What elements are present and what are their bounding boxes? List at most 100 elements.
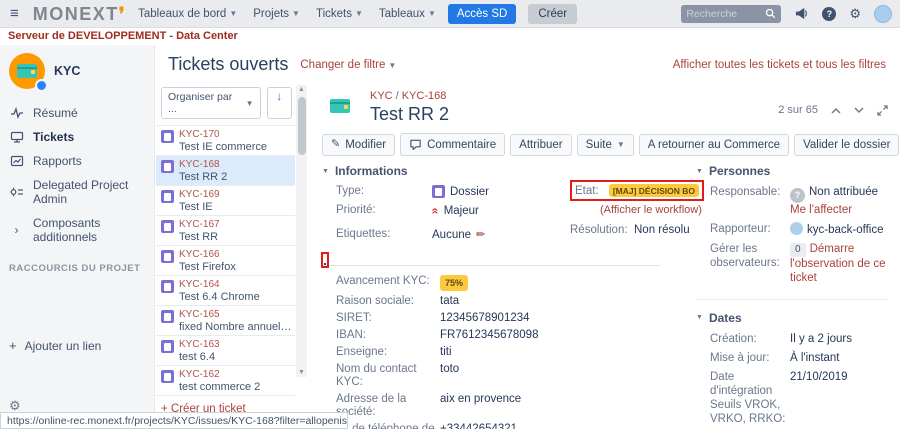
navbar-menu-item[interactable]: Projets ▼: [253, 8, 300, 20]
toolbar-button[interactable]: ✎ Modifier: [322, 134, 395, 156]
field-label: Raison sociale:: [336, 295, 440, 308]
shortcut-link[interactable]: [9, 290, 150, 300]
date-label: Création:: [710, 332, 790, 346]
field-row: Avancement KYC: 75%: [336, 275, 660, 291]
shortcut-link[interactable]: [9, 280, 150, 290]
toolbar-button[interactable]: Suite ▼: [577, 134, 634, 156]
previous-issue-icon[interactable]: [831, 107, 841, 114]
ticket-summary: Test 6.4 Chrome: [179, 291, 260, 304]
ticket-list-item[interactable]: KYC-168 Test RR 2: [156, 156, 295, 186]
sidebar-item[interactable]: Delegated Project Admin: [9, 173, 150, 211]
shortcut-link[interactable]: [9, 310, 150, 320]
ticket-list-item[interactable]: KYC-169 Test IE: [156, 186, 295, 216]
ticket-detail-pane: KYC/KYC-168 Test RR 2 2 sur 65 ✎ Modifie…: [308, 82, 900, 429]
scrollbar-thumb[interactable]: [298, 97, 306, 155]
issue-type-icon: [161, 340, 174, 353]
create-button[interactable]: Créer: [528, 4, 577, 24]
ticket-list-item[interactable]: KYC-166 Test Firefox: [156, 246, 295, 276]
navbar-menu-item[interactable]: Tableaux de bord ▼: [138, 8, 237, 20]
search-box[interactable]: [681, 5, 781, 23]
page-title: Tickets ouverts: [168, 54, 288, 75]
search-input[interactable]: [686, 8, 765, 20]
edit-labels-pencil-icon[interactable]: ✏: [476, 228, 485, 241]
chevron-down-icon: ▼: [292, 9, 300, 18]
user-avatar[interactable]: [874, 5, 892, 23]
reporter-row: Rapporteur: kyc-back-office: [710, 222, 888, 237]
date-value: À l'instant: [790, 351, 840, 365]
watchers-count-badge[interactable]: 0: [790, 243, 806, 257]
dossier-type-icon: [432, 185, 445, 198]
sidebar-item[interactable]: › Composants additionnels: [9, 211, 150, 249]
informations-header[interactable]: ▼ Informations: [322, 164, 660, 178]
tab[interactable]: [368, 255, 370, 265]
ticket-list-item[interactable]: KYC-170 Test IE commerce: [156, 126, 295, 156]
navbar-menu-item[interactable]: Tableaux ▼: [379, 8, 436, 20]
chevron-down-icon: ▼: [696, 168, 703, 175]
field-row: IBAN: FR7612345678098: [336, 329, 660, 342]
scroll-up-icon[interactable]: ▲: [296, 86, 307, 93]
plus-icon: +: [9, 338, 17, 353]
ticket-key: KYC-165: [179, 308, 293, 321]
date-value: Il y a 2 jours: [790, 332, 852, 346]
assign-to-me-link[interactable]: Me l'affecter: [790, 204, 852, 216]
chevron-down-icon: ▼: [428, 9, 436, 18]
issue-type-icon: [161, 190, 174, 203]
ticket-list-item[interactable]: KYC-164 Test 6.4 Chrome: [156, 276, 295, 306]
dates-header[interactable]: ▼ Dates: [696, 311, 888, 325]
project-avatar: [9, 53, 45, 89]
ticket-key: KYC-162: [179, 368, 260, 381]
sidebar-item[interactable]: Rapports: [9, 149, 150, 173]
expand-icon[interactable]: [877, 105, 888, 116]
navbar-menus: Tableaux de bord ▼ Projets ▼ Tickets ▼ T…: [138, 8, 436, 20]
sort-direction-button[interactable]: ↓: [267, 87, 292, 119]
issue-avatar: [322, 88, 360, 126]
comment-icon: [409, 138, 422, 151]
ticket-list-item[interactable]: KYC-165 fixed Nombre annuel de...: [156, 306, 295, 336]
ticket-list-item[interactable]: KYC-163 test 6.4: [156, 336, 295, 366]
ticket-list-item[interactable]: KYC-162 test commerce 2: [156, 366, 295, 396]
field-value: 75%: [440, 275, 468, 291]
help-icon[interactable]: ?: [822, 7, 836, 21]
sidebar-item[interactable]: Résumé: [9, 101, 150, 125]
issue-type-icon: [161, 160, 174, 173]
ticket-list-item[interactable]: KYC-167 Test RR: [156, 216, 295, 246]
acces-sd-button[interactable]: Accès SD: [448, 4, 517, 24]
issue-type-icon: [161, 370, 174, 383]
ticket-key: KYC-168: [179, 158, 227, 171]
ticket-key: KYC-167: [179, 218, 220, 231]
monext-logo[interactable]: MONEXT❜: [33, 5, 126, 23]
change-filter-link[interactable]: Changer de filtre ▼: [300, 59, 396, 71]
add-link-button[interactable]: + Ajouter un lien: [9, 338, 150, 353]
breadcrumb-key-link[interactable]: KYC-168: [402, 90, 447, 102]
toolbar-button[interactable]: Attribuer: [510, 134, 571, 156]
next-issue-icon[interactable]: [854, 107, 864, 114]
announcement-icon[interactable]: [794, 7, 809, 20]
shortcut-link[interactable]: [9, 300, 150, 310]
list-scrollbar[interactable]: ▲ ▼: [296, 85, 307, 377]
shortcut-link[interactable]: [9, 320, 150, 330]
tab[interactable]: [324, 255, 326, 265]
scroll-down-icon[interactable]: ▼: [296, 369, 307, 376]
watchers-row: Gérer les observateurs: 0Démarre l'obser…: [710, 242, 888, 285]
people-header[interactable]: ▼ Personnes: [696, 164, 888, 178]
sidebar-item[interactable]: Tickets: [9, 125, 150, 149]
breadcrumb-project-link[interactable]: KYC: [370, 90, 393, 102]
sort-by-dropdown[interactable]: Organiser par ... ▼: [161, 87, 261, 119]
chevron-down-icon: ▼: [246, 99, 254, 108]
toolbar-button[interactable]: Commentaire: [400, 133, 505, 156]
navbar-menu-item[interactable]: Tickets ▼: [316, 8, 363, 20]
project-header[interactable]: KYC: [9, 53, 150, 89]
project-type-badge: [35, 79, 48, 92]
shortcuts-header: RACCOURCIS DU PROJET: [9, 263, 150, 274]
tab[interactable]: [346, 255, 348, 265]
show-all-filters-link[interactable]: Afficher toutes les tickets et tous les …: [673, 59, 886, 71]
hamburger-menu-icon[interactable]: ≡: [10, 5, 19, 22]
ticket-summary: test commerce 2: [179, 381, 260, 394]
settings-gear-icon[interactable]: ⚙: [849, 7, 861, 20]
top-navbar: ≡ MONEXT❜ Tableaux de bord ▼ Projets ▼ T…: [0, 0, 900, 28]
field-row: Nom du contact KYC: toto: [336, 363, 660, 389]
ticket-list-panel: Organiser par ... ▼ ↓ KYC-170 Test IE co…: [156, 82, 308, 429]
toolbar-button[interactable]: A retourner au Commerce: [639, 134, 789, 156]
toolbar-button[interactable]: Valider le dossier: [794, 134, 899, 156]
date-row: Date d'intégration Seuils VROK, VRKO, RR…: [710, 370, 888, 426]
